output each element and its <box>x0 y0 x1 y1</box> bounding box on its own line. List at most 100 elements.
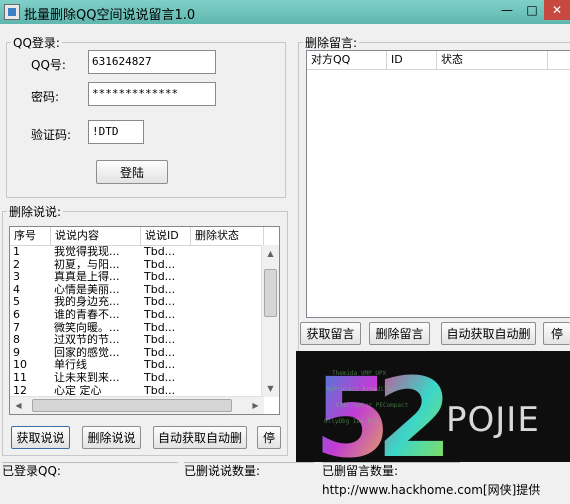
column-header[interactable]: 说说ID <box>141 227 191 245</box>
delete-shuoshuo-button[interactable]: 删除说说 <box>82 426 141 449</box>
table-cell: 回家的感觉... <box>54 346 120 359</box>
table-cell <box>191 259 264 272</box>
table-cell: Tbd... <box>144 296 176 309</box>
table-row[interactable]: 3 真真是上得... Tbd... <box>10 271 279 284</box>
minimize-button[interactable]: — <box>494 0 520 20</box>
table-cell: 3 <box>13 271 20 284</box>
table-cell: Tbd... <box>144 308 176 321</box>
shuoshuo-rows: 1 我觉得我现... Tbd... 2 初夏，与阳... Tbd... 3 真真是上得... T… <box>10 246 279 397</box>
horizontal-scrollbar[interactable]: ◀ ▶ <box>10 396 264 414</box>
maximize-button[interactable]: □ <box>520 0 544 20</box>
table-cell <box>191 334 264 347</box>
52pojie-banner: 5 2 POJIE Themida VMP UPX ASProtect Armad… <box>296 351 570 462</box>
column-header[interactable]: ID <box>387 51 437 69</box>
table-cell: Tbd... <box>144 258 176 271</box>
table-row[interactable]: 1 我觉得我现... Tbd... <box>10 246 279 259</box>
svg-text:POJIE: POJIE <box>446 400 540 440</box>
table-row[interactable]: 7 微笑向暖。... Tbd... <box>10 322 279 335</box>
table-row[interactable]: 9 回家的感觉... Tbd... <box>10 347 279 360</box>
table-cell: Tbd... <box>144 283 176 296</box>
table-row[interactable]: 11 让未来到来... Tbd... <box>10 372 279 385</box>
table-cell <box>191 347 264 360</box>
status-logged-in: 已登录QQ: <box>2 462 178 483</box>
svg-text:Themida VMP UPX: Themida VMP UPX <box>332 370 387 377</box>
scroll-up-icon[interactable]: ▲ <box>262 245 279 262</box>
column-header[interactable]: 说说内容 <box>51 227 141 245</box>
liuyan-list[interactable]: 对方QQ ID 状态 <box>306 50 570 318</box>
table-cell: 6 <box>13 308 20 321</box>
liuyan-legend: 删除留言: <box>305 36 358 50</box>
table-row[interactable]: 6 谁的青春不... Tbd... <box>10 309 279 322</box>
table-cell: Tbd... <box>144 359 176 372</box>
table-cell: Tbd... <box>144 334 176 347</box>
liuyan-list-header: 对方QQ ID 状态 <box>307 51 570 70</box>
table-cell <box>191 296 264 309</box>
stop-shuoshuo-button[interactable]: 停 <box>257 426 281 449</box>
status-deleted-shuoshuo: 已删说说数量: <box>184 462 314 483</box>
table-cell: Tbd... <box>144 371 176 384</box>
table-cell: 让未来到来... <box>54 371 120 384</box>
table-cell: 真真是上得... <box>54 271 120 284</box>
table-cell <box>191 322 264 335</box>
svg-text:OllyDbg IDA Pro: OllyDbg IDA Pro <box>324 418 379 425</box>
scroll-left-icon[interactable]: ◀ <box>10 397 27 414</box>
table-cell: 谁的青春不... <box>54 308 120 321</box>
table-cell: 10 <box>13 359 27 372</box>
column-header[interactable]: 状态 <box>437 51 548 69</box>
login-legend: QQ登录: <box>13 36 60 50</box>
table-row[interactable]: 4 心情是美丽... Tbd... <box>10 284 279 297</box>
captcha-label: 验证码: <box>31 128 72 142</box>
stop-liuyan-button[interactable]: 停 <box>543 322 570 345</box>
table-row[interactable]: 5 我的身边充... Tbd... <box>10 296 279 309</box>
shuoshuo-list[interactable]: 序号 说说内容 说说ID 删除状态 1 我觉得我现... Tbd... 2 初夏，与阳.… <box>9 226 280 415</box>
qq-label: QQ号: <box>31 58 66 72</box>
table-cell: 11 <box>13 371 27 384</box>
qq-input[interactable]: 631624827 <box>88 50 216 74</box>
scroll-thumb[interactable] <box>264 269 277 317</box>
window-title: 批量删除QQ空间说说留言1.0 <box>24 8 196 23</box>
title-bar[interactable]: 批量删除QQ空间说说留言1.0 — □ ✕ <box>0 0 570 24</box>
column-header[interactable]: 对方QQ <box>307 51 387 69</box>
close-button[interactable]: ✕ <box>544 0 570 20</box>
table-cell: 9 <box>13 346 20 359</box>
table-cell: 单行线 <box>54 359 87 372</box>
app-icon <box>4 4 20 20</box>
table-cell: 8 <box>13 334 20 347</box>
column-header[interactable]: 序号 <box>10 227 51 245</box>
table-row[interactable]: 10 单行线 Tbd... <box>10 359 279 372</box>
password-input[interactable]: ************* <box>88 82 216 106</box>
captcha-input[interactable]: !DTD <box>88 120 144 144</box>
table-row[interactable]: 8 过双节的节... Tbd... <box>10 334 279 347</box>
login-button[interactable]: 登陆 <box>96 160 168 184</box>
svg-text:ASProtect Armadillo: ASProtect Armadillo <box>326 386 395 393</box>
table-cell <box>191 246 264 259</box>
table-cell: Tbd... <box>144 346 176 359</box>
auto-delete-shuoshuo-button[interactable]: 自动获取自动删 <box>153 426 247 449</box>
52pojie-logo: 5 2 POJIE Themida VMP UPXASProtect Armad… <box>296 351 570 462</box>
scroll-thumb[interactable] <box>32 399 232 412</box>
table-cell: 心情是美丽... <box>54 283 120 296</box>
delete-liuyan-button[interactable]: 删除留言 <box>369 322 430 345</box>
table-cell: Tbd... <box>144 321 176 334</box>
table-cell: 我的身边充... <box>54 296 120 309</box>
fetch-liuyan-button[interactable]: 获取留言 <box>300 322 361 345</box>
table-cell: 4 <box>13 283 20 296</box>
status-deleted-liuyan: 已删留言数量: <box>322 462 460 483</box>
table-cell: 7 <box>13 321 20 334</box>
svg-text:EXECryptor PECompact: EXECryptor PECompact <box>336 402 409 409</box>
column-header[interactable]: 删除状态 <box>191 227 264 245</box>
vertical-scrollbar[interactable]: ▲ ▼ <box>261 245 279 397</box>
table-cell <box>191 271 264 284</box>
scroll-right-icon[interactable]: ▶ <box>247 397 264 414</box>
scroll-down-icon[interactable]: ▼ <box>262 380 279 397</box>
table-cell: 1 <box>13 246 20 258</box>
auto-delete-liuyan-button[interactable]: 自动获取自动删 <box>441 322 536 345</box>
table-cell: 过双节的节... <box>54 334 120 347</box>
fetch-shuoshuo-button[interactable]: 获取说说 <box>11 426 70 449</box>
shuoshuo-legend: 删除说说: <box>9 205 62 219</box>
source-watermark: http://www.hackhome.com[网侠]提供 <box>322 481 541 498</box>
table-row[interactable]: 2 初夏，与阳... Tbd... <box>10 259 279 272</box>
table-cell <box>191 309 264 322</box>
table-cell: Tbd... <box>144 271 176 284</box>
table-cell: 微笑向暖。... <box>54 321 120 334</box>
